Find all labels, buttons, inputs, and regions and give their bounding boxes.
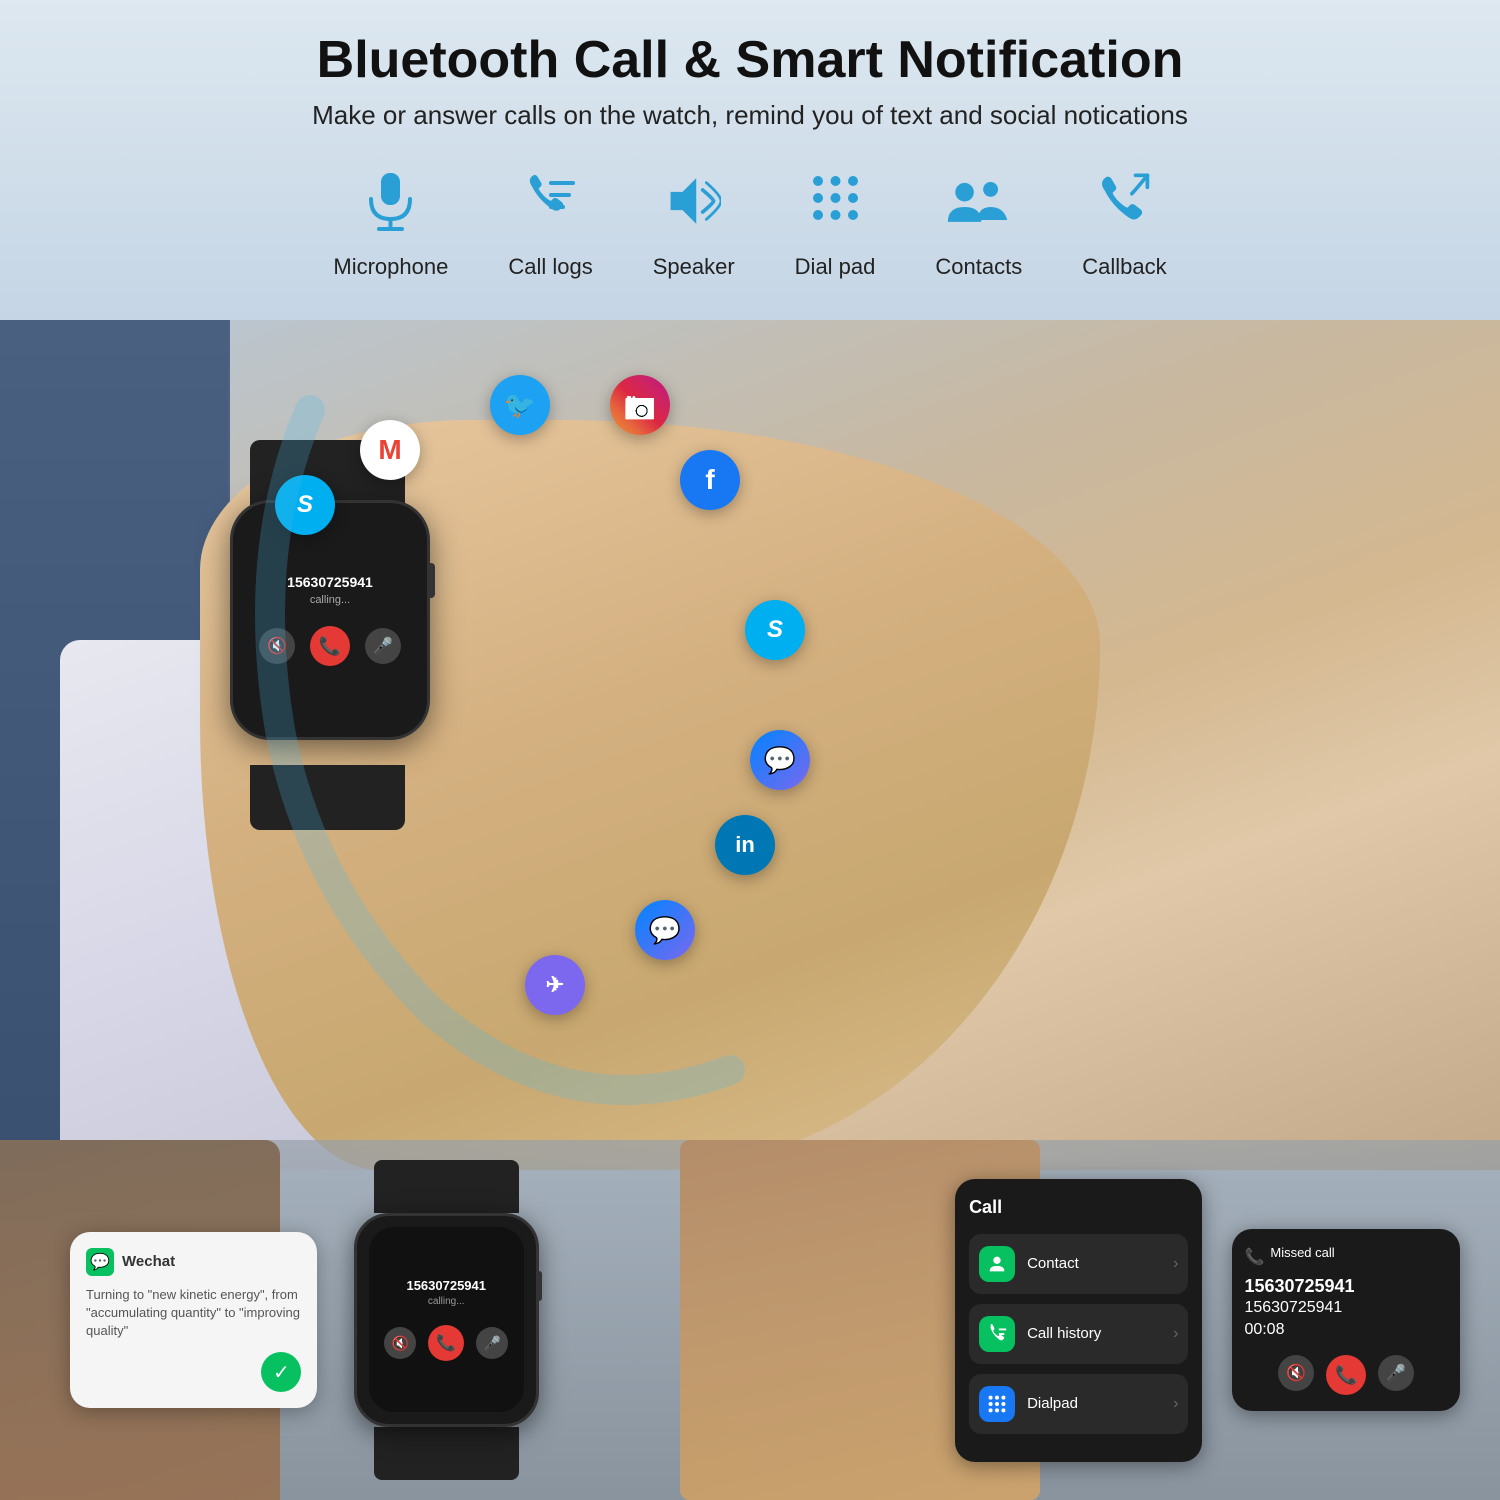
call-history-menu-arrow: › <box>1173 1325 1178 1343</box>
contact-menu-arrow: › <box>1173 1255 1178 1273</box>
watch-small-body: 15630725941 calling... 🔇 📞 🎤 <box>354 1213 539 1426</box>
microphone-icon <box>363 171 418 244</box>
watch-small-decline-button[interactable]: 📞 <box>428 1325 464 1361</box>
watch-small: 15630725941 calling... 🔇 📞 🎤 <box>347 1160 545 1480</box>
feature-call-logs: Call logs <box>508 171 592 280</box>
speaker-label: Speaker <box>653 254 735 280</box>
contact-menu-label: Contact <box>1027 1255 1161 1272</box>
call-menu-contact[interactable]: Contact › <box>969 1234 1188 1294</box>
subtitle: Make or answer calls on the watch, remin… <box>40 100 1460 131</box>
top-section: Bluetooth Call & Smart Notification Make… <box>0 0 1500 320</box>
microphone-label: Microphone <box>333 254 448 280</box>
middle-section: 15630725941 calling... 🔇 📞 🎤 M 🐦 📷 S f S <box>0 320 1500 1170</box>
contacts-icon <box>946 171 1011 244</box>
watch-small-buttons: 🔇 📞 🎤 <box>384 1325 508 1361</box>
dialpad-menu-arrow: › <box>1173 1395 1178 1413</box>
wechat-logo-icon: 💬 <box>86 1248 114 1276</box>
watch-small-screen: 15630725941 calling... 🔇 📞 🎤 <box>369 1227 524 1412</box>
watch-small-side-button <box>536 1271 542 1301</box>
callback-icon <box>1097 171 1152 244</box>
missed-call-card: 📞 Missed call 15630725941 15630725941 00… <box>1232 1229 1460 1411</box>
social-arc <box>230 350 830 1130</box>
call-menu-history[interactable]: Call history › <box>969 1304 1188 1364</box>
feature-dial-pad: Dial pad <box>795 171 876 280</box>
watch-small-band-top <box>374 1160 519 1213</box>
wechat-check-area: ✓ <box>86 1352 301 1392</box>
feature-contacts: Contacts <box>935 171 1022 280</box>
missed-mic-button[interactable]: 🎤 <box>1378 1355 1414 1391</box>
dialpad-menu-icon <box>979 1386 1015 1422</box>
feature-callback: Callback <box>1082 171 1166 280</box>
watch-small-number: 15630725941 <box>406 1278 486 1293</box>
bottom-section: 💬 Wechat Turning to "new kinetic energy"… <box>0 1140 1500 1500</box>
feature-speaker: Speaker <box>653 171 735 280</box>
call-history-menu-label: Call history <box>1027 1325 1161 1342</box>
missed-time: 00:08 <box>1244 1321 1448 1339</box>
wechat-confirm-button[interactable]: ✓ <box>261 1352 301 1392</box>
missed-decline-button[interactable]: 📞 <box>1326 1355 1366 1395</box>
call-menu-title: Call <box>969 1197 1188 1218</box>
missed-mute-button[interactable]: 🔇 <box>1278 1355 1314 1391</box>
wechat-header: 💬 Wechat <box>86 1248 301 1276</box>
missed-number1: 15630725941 <box>1244 1276 1448 1297</box>
call-menu-dialpad[interactable]: Dialpad › <box>969 1374 1188 1434</box>
watch-small-status: calling... <box>428 1296 465 1307</box>
missed-call-buttons: 🔇 📞 🎤 <box>1244 1355 1448 1395</box>
callback-label: Callback <box>1082 254 1166 280</box>
dial-pad-icon <box>808 171 863 244</box>
feature-microphone: Microphone <box>333 171 448 280</box>
contacts-label: Contacts <box>935 254 1022 280</box>
main-title: Bluetooth Call & Smart Notification <box>40 30 1460 90</box>
watch-small-mic-button[interactable]: 🎤 <box>476 1327 508 1359</box>
watch-small-mute-button[interactable]: 🔇 <box>384 1327 416 1359</box>
call-menu-card: Call Contact › Call history <box>955 1179 1202 1462</box>
contact-menu-icon <box>979 1246 1015 1282</box>
call-logs-icon <box>523 171 578 244</box>
dial-pad-label: Dial pad <box>795 254 876 280</box>
dialpad-menu-label: Dialpad <box>1027 1395 1161 1412</box>
missed-number2: 15630725941 <box>1244 1299 1448 1317</box>
watch-small-band-bottom <box>374 1427 519 1480</box>
missed-call-header: Missed call <box>1270 1245 1334 1260</box>
call-logs-label: Call logs <box>508 254 592 280</box>
features-row: Microphone Call logs <box>40 161 1460 300</box>
wechat-card: 💬 Wechat Turning to "new kinetic energy"… <box>70 1232 317 1409</box>
wechat-title: Wechat <box>122 1253 175 1270</box>
wechat-text: Turning to "new kinetic energy", from "a… <box>86 1286 301 1341</box>
call-history-menu-icon <box>979 1316 1015 1352</box>
speaker-icon <box>666 171 721 244</box>
